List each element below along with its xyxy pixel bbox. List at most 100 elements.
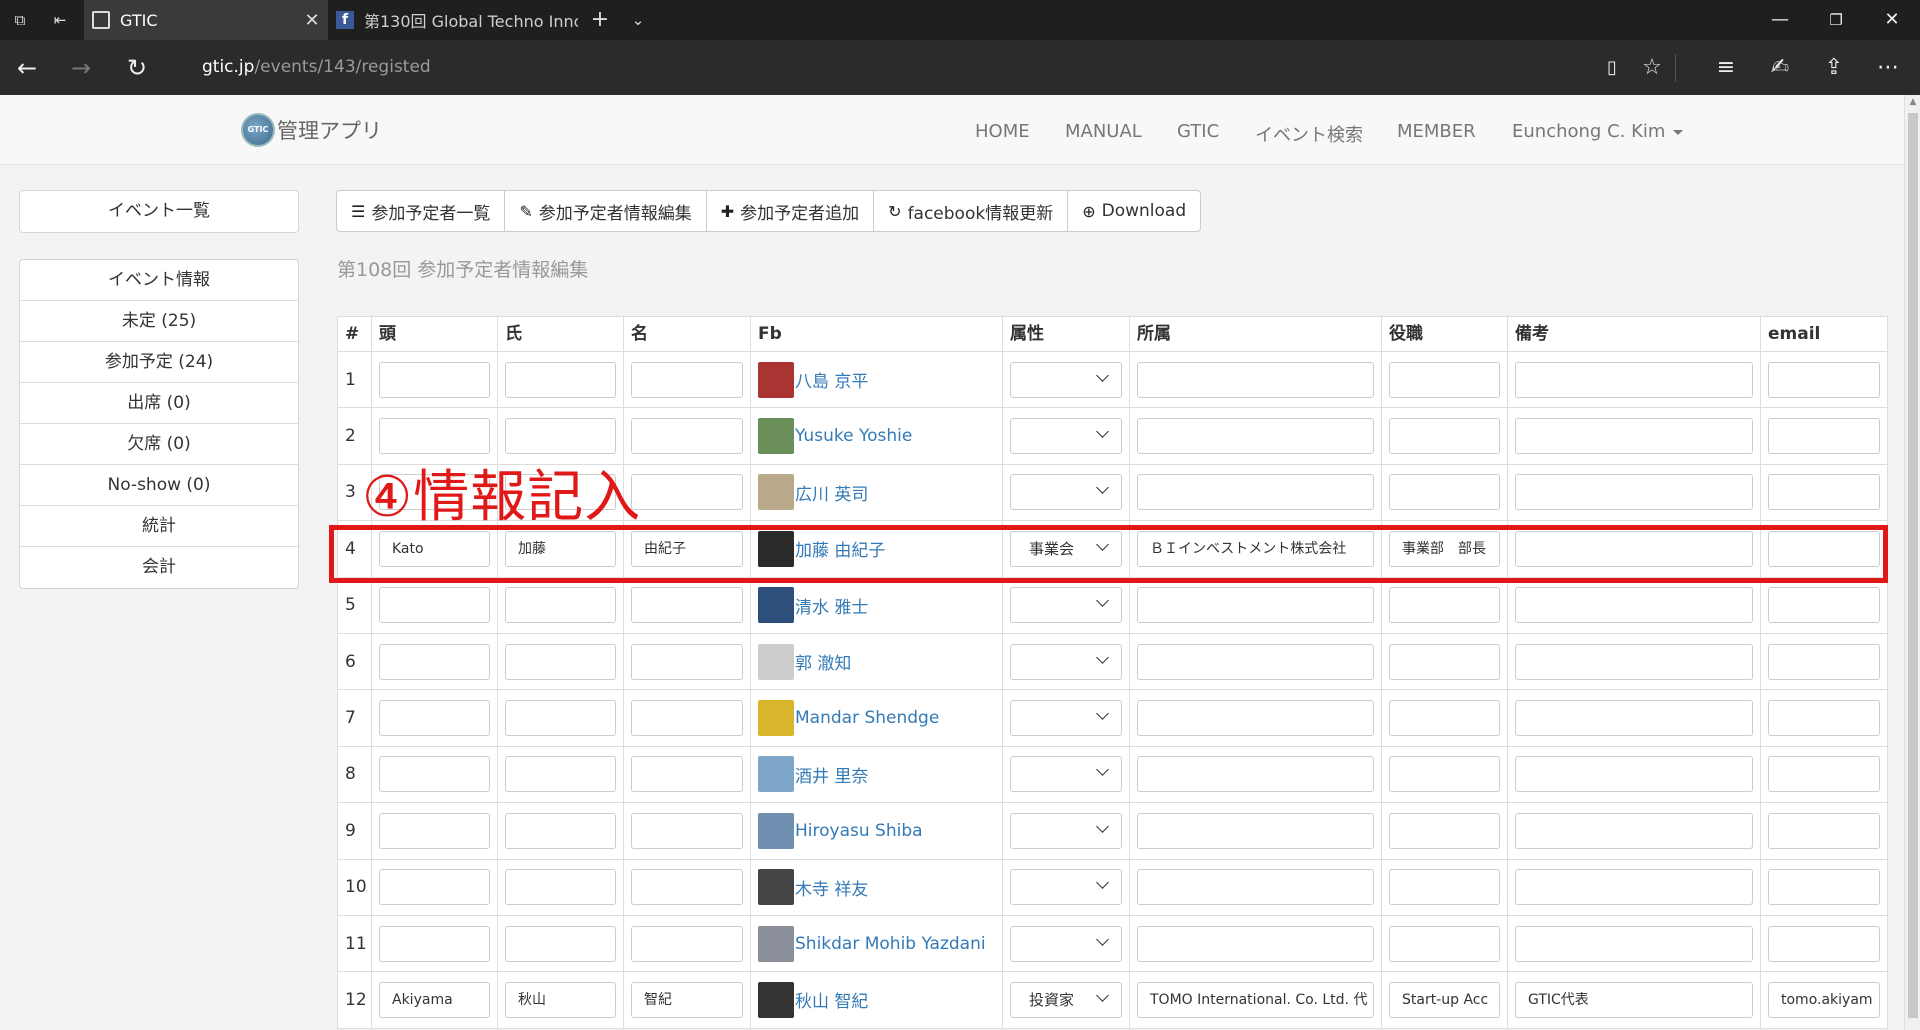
head-input[interactable] (379, 925, 490, 962)
fb-name-link[interactable]: 清水 雅士 (795, 593, 868, 618)
note-input[interactable] (1515, 700, 1753, 737)
sei-input[interactable] (505, 700, 616, 737)
sei-input[interactable] (505, 756, 616, 793)
attr-select[interactable]: 投資家 (1010, 981, 1122, 1018)
attr-select[interactable] (1010, 925, 1122, 962)
head-input[interactable] (379, 812, 490, 849)
role-input[interactable] (1389, 925, 1500, 962)
sei-input[interactable] (505, 812, 616, 849)
sidebar-event-list[interactable]: イベント一覧 (20, 191, 298, 232)
note-input[interactable] (1515, 587, 1753, 624)
email-input[interactable]: tomo.akiyam (1768, 981, 1880, 1018)
attr-select[interactable] (1010, 756, 1122, 793)
mei-input[interactable]: 智紀 (631, 981, 743, 1018)
fb-name-link[interactable]: 木寺 祥友 (795, 875, 868, 900)
head-input[interactable] (379, 361, 490, 398)
nav-event-search[interactable]: イベント検索 (1255, 121, 1363, 147)
note-input[interactable] (1515, 361, 1753, 398)
attr-select[interactable] (1010, 587, 1122, 624)
sei-input[interactable] (505, 925, 616, 962)
attr-select[interactable] (1010, 418, 1122, 455)
favorite-star-icon[interactable]: ☆ (1636, 53, 1668, 83)
nav-manual[interactable]: MANUAL (1065, 121, 1142, 142)
role-input[interactable] (1389, 643, 1500, 680)
head-input[interactable] (379, 643, 490, 680)
sidebar-item-no-show[interactable]: No-show (0) (20, 465, 298, 506)
more-icon[interactable]: ⋯ (1872, 53, 1904, 83)
fb-name-link[interactable]: 郭 澈知 (795, 649, 851, 674)
role-input[interactable] (1389, 361, 1500, 398)
forward-icon[interactable]: → (66, 53, 96, 83)
sidebar-item-accounting[interactable]: 会計 (20, 547, 298, 588)
attr-select[interactable] (1010, 474, 1122, 511)
tab-set-aside-icon[interactable]: ⧉ (8, 8, 32, 32)
org-input[interactable] (1137, 812, 1374, 849)
fb-name-link[interactable]: Shikdar Mohib Yazdani (795, 934, 986, 954)
head-input[interactable] (379, 587, 490, 624)
back-icon[interactable]: ← (12, 53, 42, 83)
role-input[interactable] (1389, 756, 1500, 793)
sei-input[interactable] (505, 587, 616, 624)
email-input[interactable] (1768, 925, 1880, 962)
head-input[interactable] (379, 756, 490, 793)
mei-input[interactable] (631, 418, 743, 455)
sei-input[interactable]: 秋山 (505, 981, 616, 1018)
org-input[interactable] (1137, 418, 1374, 455)
sidebar-item-planned[interactable]: 参加予定 (24) (20, 342, 298, 383)
role-input[interactable] (1389, 869, 1500, 906)
note-input[interactable]: GTIC代表 (1515, 981, 1753, 1018)
email-input[interactable] (1768, 474, 1880, 511)
head-input[interactable] (379, 700, 490, 737)
note-input[interactable] (1515, 812, 1753, 849)
sidebar-item-attended[interactable]: 出席 (0) (20, 383, 298, 424)
email-input[interactable] (1768, 869, 1880, 906)
attr-select[interactable] (1010, 869, 1122, 906)
mei-input[interactable] (631, 587, 743, 624)
url-field[interactable]: gtic.jp/events/143/registed (202, 57, 431, 77)
attr-select[interactable] (1010, 361, 1122, 398)
note-input[interactable] (1515, 643, 1753, 680)
org-input[interactable] (1137, 756, 1374, 793)
sei-input[interactable] (505, 418, 616, 455)
nav-gtic[interactable]: GTIC (1177, 121, 1219, 142)
note-input[interactable] (1515, 474, 1753, 511)
role-input[interactable] (1389, 418, 1500, 455)
edit-participants-button[interactable]: ✎ 参加予定者情報編集 (505, 191, 707, 231)
scroll-up-icon[interactable]: ▲ (1905, 95, 1920, 109)
head-input[interactable] (379, 869, 490, 906)
org-input[interactable] (1137, 869, 1374, 906)
email-input[interactable] (1768, 587, 1880, 624)
brand[interactable]: GTIC 管理アプリ (241, 113, 382, 147)
org-input[interactable] (1137, 643, 1374, 680)
nav-member[interactable]: MEMBER (1397, 121, 1476, 142)
mei-input[interactable] (631, 756, 743, 793)
role-input[interactable] (1389, 474, 1500, 511)
sidebar-item-event-info[interactable]: イベント情報 (20, 260, 298, 301)
page-scrollbar[interactable]: ▲ (1904, 95, 1920, 1030)
mei-input[interactable] (631, 869, 743, 906)
attr-select[interactable] (1010, 643, 1122, 680)
org-input[interactable] (1137, 925, 1374, 962)
email-input[interactable] (1768, 361, 1880, 398)
sei-input[interactable] (505, 361, 616, 398)
refresh-page-icon[interactable]: ↻ (122, 53, 152, 83)
fb-name-link[interactable]: Yusuke Yoshie (795, 426, 912, 446)
close-tab-icon[interactable]: ✕ (296, 10, 328, 31)
facebook-refresh-button[interactable]: ↻ facebook情報更新 (874, 191, 1069, 231)
hub-icon[interactable]: ≡ (1710, 53, 1742, 83)
new-tab-icon[interactable]: + (588, 8, 612, 32)
attr-select[interactable] (1010, 700, 1122, 737)
add-participant-button[interactable]: ✚ 参加予定者追加 (707, 191, 875, 231)
mei-input[interactable] (631, 474, 743, 511)
mei-input[interactable] (631, 812, 743, 849)
browser-tab[interactable]: f 第130回 Global Techno Innc (328, 0, 578, 40)
role-input[interactable]: Start-up Acc (1389, 981, 1500, 1018)
sidebar-item-undecided[interactable]: 未定 (25) (20, 301, 298, 342)
close-window-icon[interactable]: ✕ (1864, 0, 1920, 40)
nav-user-dropdown[interactable]: Eunchong C. Kim (1512, 121, 1684, 142)
fb-name-link[interactable]: Mandar Shendge (795, 708, 939, 728)
head-input[interactable] (379, 418, 490, 455)
participant-list-button[interactable]: ☰ 参加予定者一覧 (337, 191, 506, 231)
note-input[interactable] (1515, 756, 1753, 793)
browser-tab-active[interactable]: GTIC ✕ (84, 0, 328, 40)
